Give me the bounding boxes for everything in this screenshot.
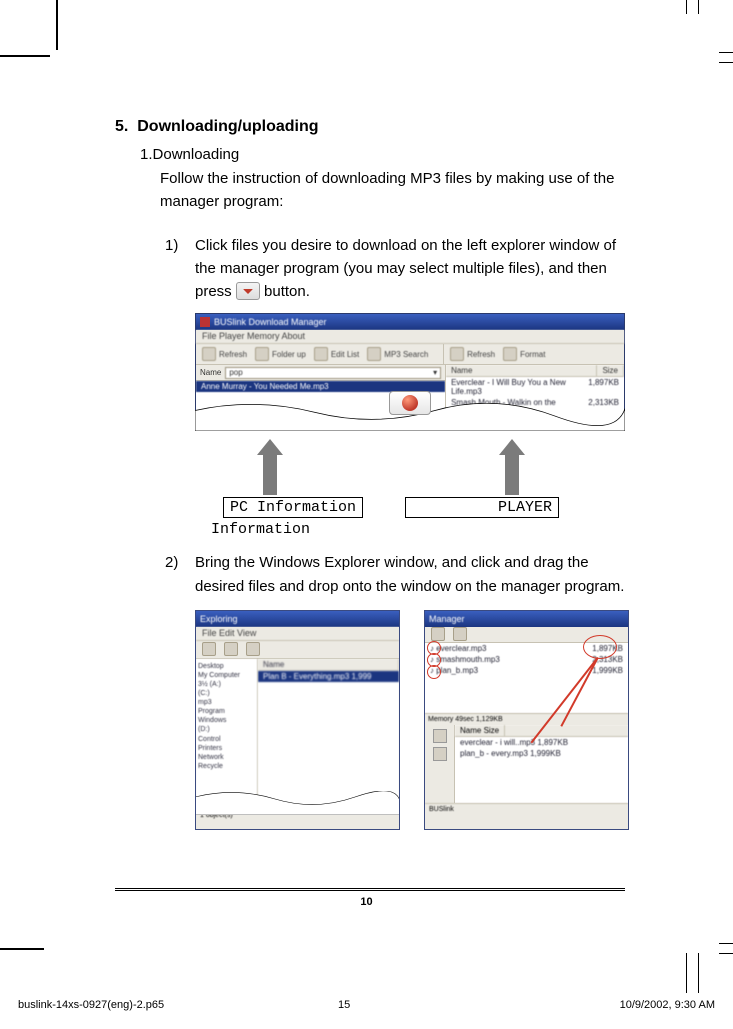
address-bar: Name pop▾ xyxy=(196,365,445,381)
tb-icon xyxy=(431,627,445,641)
crop-mark xyxy=(719,953,733,954)
crop-mark xyxy=(719,943,733,944)
memory-bar: Memory 49sec 1,129KB xyxy=(425,713,628,725)
footer-page: 15 xyxy=(338,999,350,1011)
icon xyxy=(433,747,447,761)
refresh-icon xyxy=(450,347,464,361)
folder-up-icon xyxy=(255,347,269,361)
step-number: 1) xyxy=(165,234,195,304)
window-title: BUSlink Download Manager xyxy=(214,317,620,327)
format-icon xyxy=(503,347,517,361)
circle-annotation xyxy=(427,665,441,679)
list-item: Everclear - I Will Buy You a New Life.mp… xyxy=(446,377,624,397)
panes: Desktop My Computer 3½ (A:) (C:) mp3 Pro… xyxy=(196,659,399,809)
callouts: PC Information PLAYER Information xyxy=(195,453,625,533)
icon xyxy=(433,729,447,743)
edit-icon xyxy=(314,347,328,361)
crop-mark xyxy=(698,0,699,14)
toolbar-button: Format xyxy=(503,347,545,361)
folder-dropdown: pop▾ xyxy=(225,367,441,379)
section-number: 5. xyxy=(115,118,128,135)
callout-label-info: Information xyxy=(211,521,310,538)
page-number: 10 xyxy=(0,896,733,908)
crop-mark xyxy=(719,52,733,53)
toolbar-left: Refresh Folder up Edit List MP3 Search xyxy=(196,344,444,364)
window-titlebar: Exploring xyxy=(196,611,399,627)
toolbar-button: MP3 Search xyxy=(367,347,428,361)
status-bar: BUSlink xyxy=(425,803,628,819)
explorer-window: Exploring File Edit View Desktop My Comp… xyxy=(195,610,400,830)
status-bar: 1 object(s) xyxy=(196,809,399,825)
tb-icon xyxy=(224,642,238,656)
toolbar-button: Edit List xyxy=(314,347,359,361)
section-title: 5. Downloading/uploading xyxy=(115,118,640,136)
column-headers: NameSize xyxy=(446,365,624,377)
subsection-label: 1.Downloading xyxy=(140,146,640,163)
arrow-up-icon xyxy=(505,453,519,495)
step-2-wrap: 2) Bring the Windows Explorer window, an… xyxy=(140,551,640,598)
crop-mark xyxy=(698,953,699,993)
window-menubar: File Edit View xyxy=(196,627,399,641)
callout-label-player: PLAYER xyxy=(405,497,559,518)
step-body: Click files you desire to download on th… xyxy=(195,234,640,304)
footer: buslink-14xs-0927(eng)-2.p65 15 10/9/200… xyxy=(18,999,715,1011)
step-1: 1) Click files you desire to download on… xyxy=(165,234,640,304)
side-icons xyxy=(425,725,455,803)
window-titlebar: BUSlink Download Manager xyxy=(196,314,624,330)
toolbar-button: Refresh xyxy=(450,347,495,361)
toolbar xyxy=(196,641,399,659)
search-icon xyxy=(367,347,381,361)
subsection: 1.Downloading Follow the instruction of … xyxy=(140,146,640,303)
player-pane: NameSize Everclear - I Will Buy You a Ne… xyxy=(446,365,624,427)
detail-pane: Name Size everclear - i will..mp3 1,897K… xyxy=(425,725,628,803)
window-titlebar: Manager xyxy=(425,611,628,627)
footer-timestamp: 10/9/2002, 9:30 AM xyxy=(620,999,715,1011)
page-rule xyxy=(115,888,625,891)
list-item: plan_b - every.mp3 1,999KB xyxy=(455,748,628,759)
list-item: Plan B - Everything.mp3 1,999 xyxy=(258,671,399,682)
crop-mark xyxy=(686,0,687,14)
circle-annotation xyxy=(583,635,617,659)
crop-mark xyxy=(719,62,733,63)
tb-icon xyxy=(202,642,216,656)
crop-mark xyxy=(686,953,687,993)
section-heading: Downloading/uploading xyxy=(137,118,318,135)
window-menubar: File Player Memory About xyxy=(196,330,624,344)
transfer-button xyxy=(389,391,431,415)
tb-icon xyxy=(453,627,467,641)
arrow-up-icon xyxy=(263,453,277,495)
detail-list: Name Size everclear - i will..mp3 1,897K… xyxy=(455,725,628,803)
callout-label-pc: PC Information xyxy=(223,497,363,518)
crop-mark xyxy=(56,0,58,50)
list-item: everclear - i will..mp3 1,897KB xyxy=(455,737,628,748)
step-body: Bring the Windows Explorer window, and c… xyxy=(195,551,640,598)
step-2: 2) Bring the Windows Explorer window, an… xyxy=(165,551,640,598)
refresh-icon xyxy=(202,347,216,361)
subsection-intro: Follow the instruction of downloading MP… xyxy=(160,167,640,214)
figure-drag-drop: Exploring File Edit View Desktop My Comp… xyxy=(195,610,635,830)
transfer-circle-icon xyxy=(402,395,418,411)
toolbar-button: Folder up xyxy=(255,347,306,361)
toolbar-right: Refresh Format xyxy=(444,344,624,364)
step-number: 2) xyxy=(165,551,195,598)
page-content: 5. Downloading/uploading 1.Downloading F… xyxy=(115,118,640,830)
toolbar-button: Refresh xyxy=(202,347,247,361)
crop-mark xyxy=(0,55,50,57)
list-item: ♪ plan_b.mp31,999KB xyxy=(425,665,628,676)
tb-icon xyxy=(246,642,260,656)
toolbar: Refresh Folder up Edit List MP3 Search R… xyxy=(196,344,624,365)
crop-mark xyxy=(0,948,44,950)
file-list: Name Plan B - Everything.mp3 1,999 xyxy=(258,659,399,809)
app-icon xyxy=(200,317,210,327)
folder-tree: Desktop My Computer 3½ (A:) (C:) mp3 Pro… xyxy=(196,659,258,809)
list-item: Smash Mouth - Walkin on the Sun.mp32,313… xyxy=(446,397,624,417)
footer-filename: buslink-14xs-0927(eng)-2.p65 xyxy=(18,999,164,1011)
download-arrow-icon xyxy=(236,282,260,300)
figure-manager-window: BUSlink Download Manager File Player Mem… xyxy=(195,313,625,533)
manager-window-small: Manager ♪ everclear.mp31,897KB ♪ smashmo… xyxy=(424,610,629,830)
